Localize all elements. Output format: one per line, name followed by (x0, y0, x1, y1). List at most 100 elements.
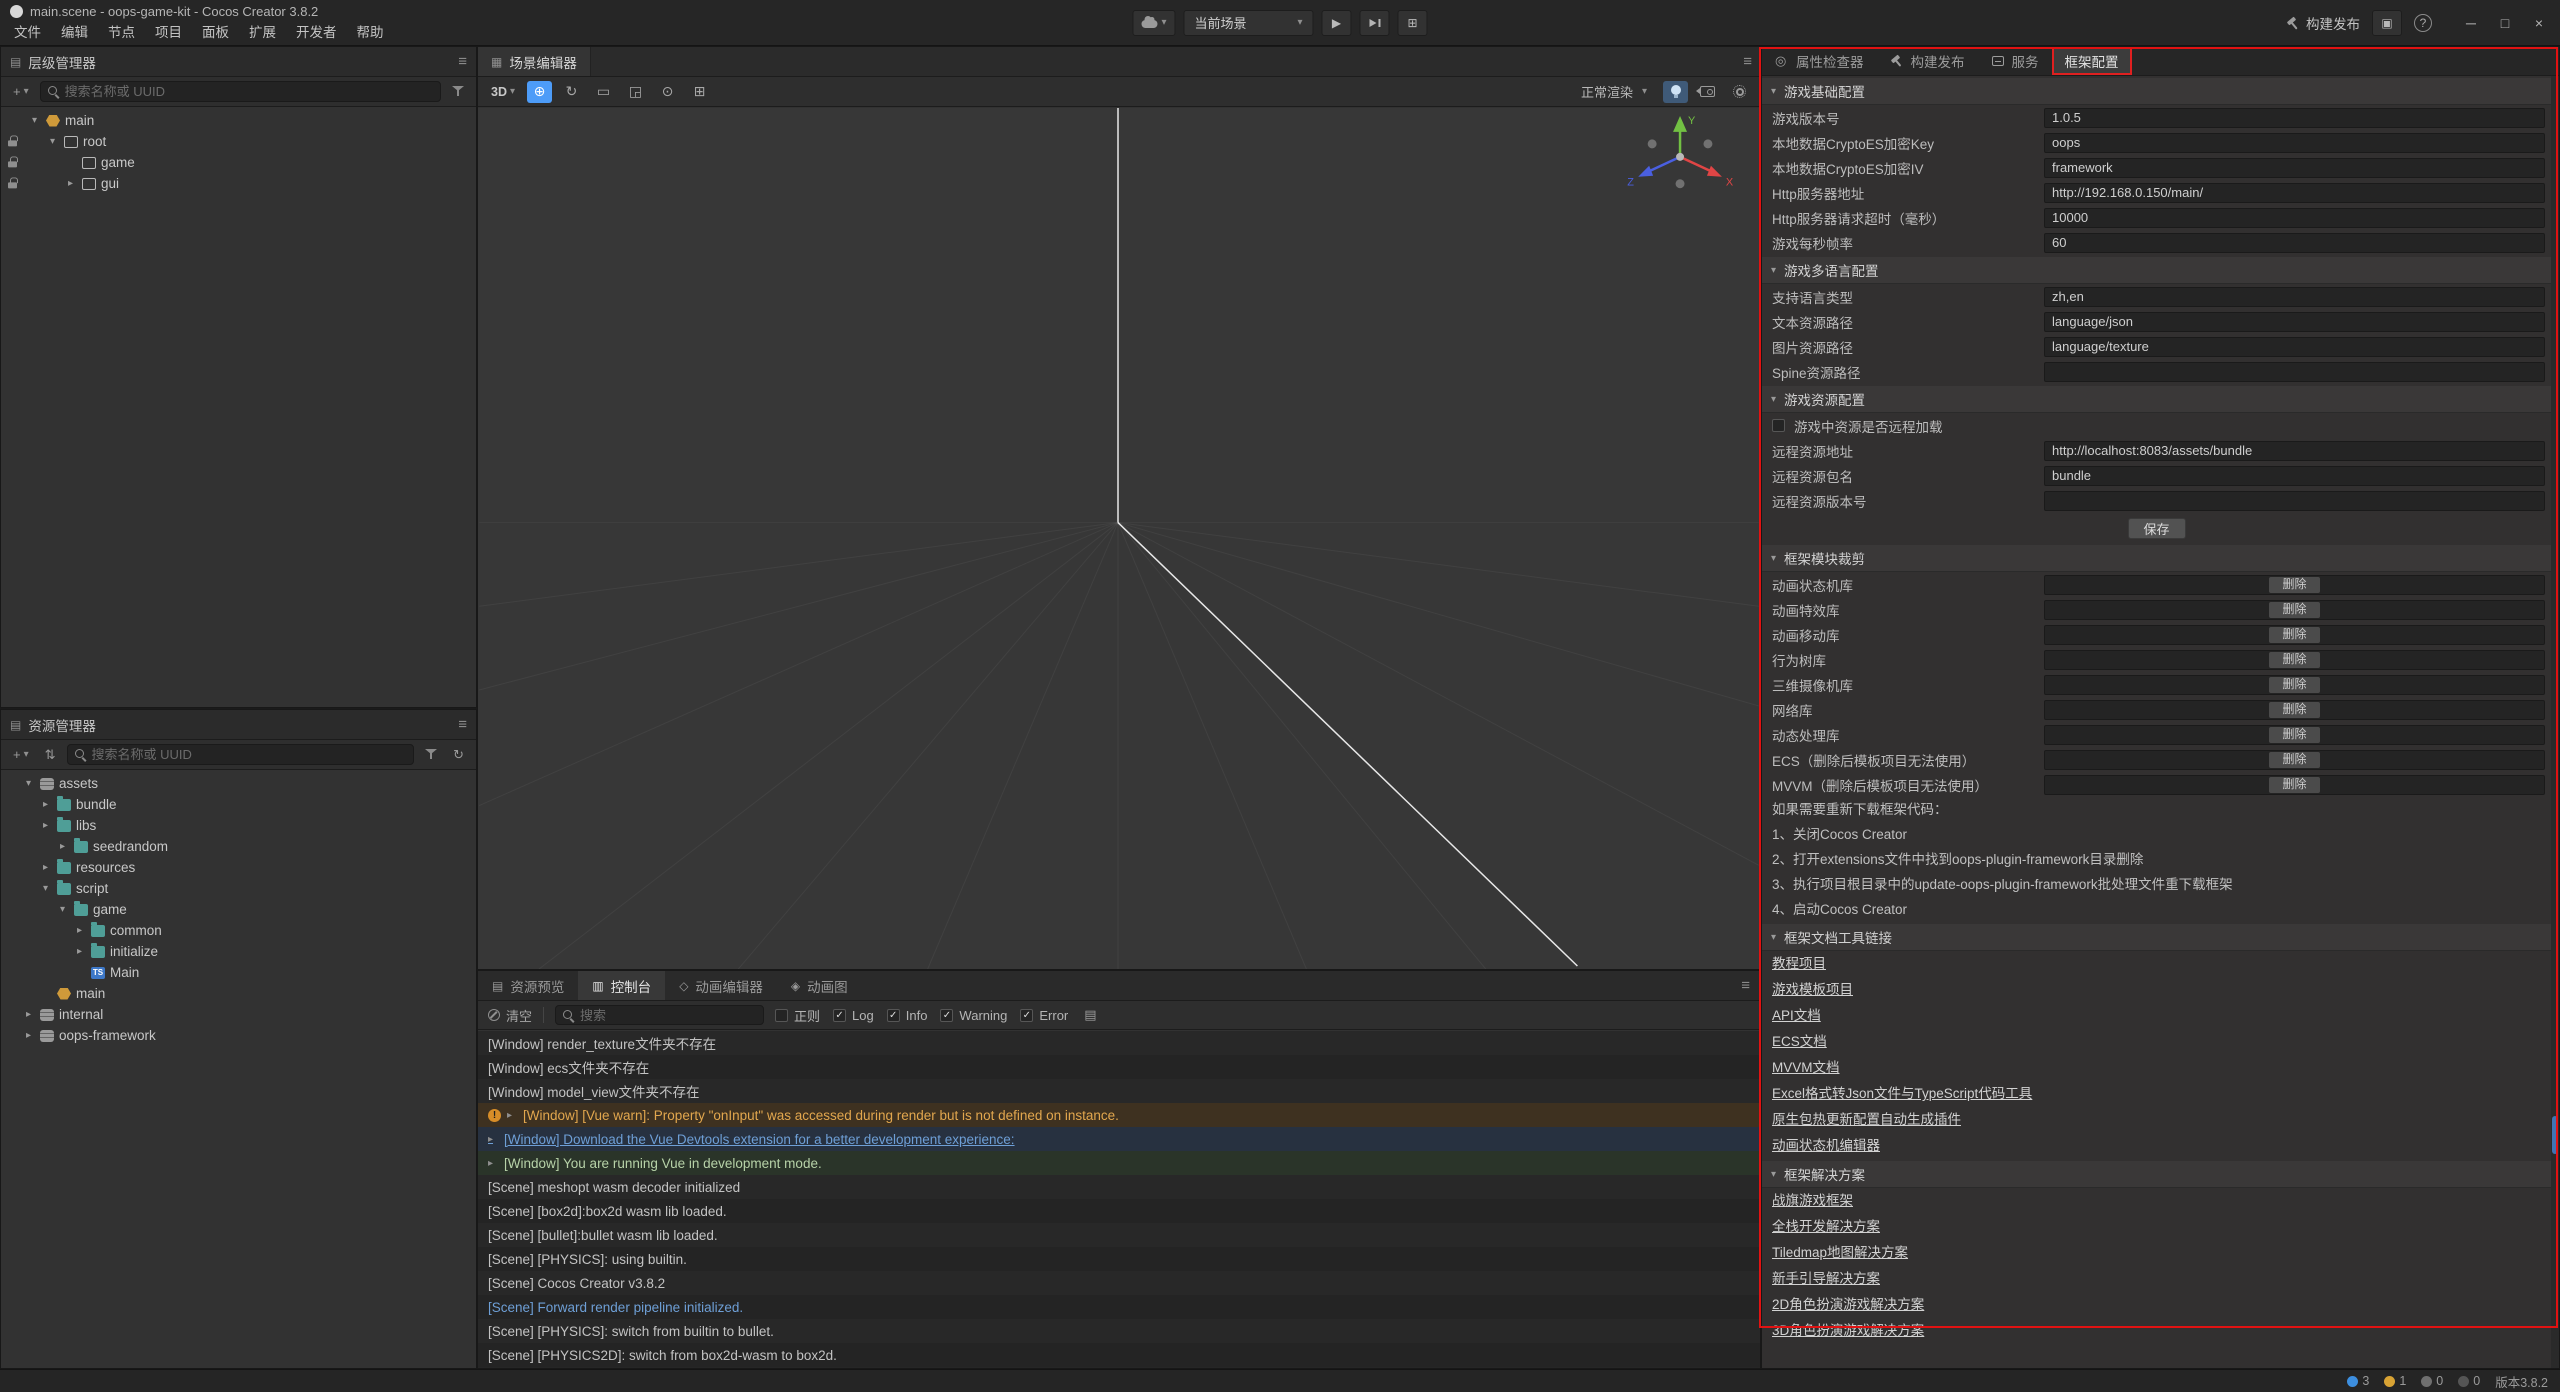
delete-module-button[interactable]: 删除 (2269, 602, 2319, 618)
scene-viewport[interactable]: Y X Z (478, 108, 1760, 969)
expand-arrow-icon[interactable]: ▸ (56, 841, 69, 852)
property-input[interactable] (2044, 362, 2545, 382)
rotate-tool-button[interactable]: ↻ (559, 81, 584, 103)
refresh-assets-button[interactable]: ↻ (448, 745, 469, 765)
framework-link[interactable]: MVVM文档 (1772, 1055, 1840, 1081)
panel-menu-icon[interactable]: ≡ (458, 53, 467, 70)
framework-link[interactable]: 新手引导解决方案 (1772, 1266, 1880, 1292)
console-log-row[interactable]: ! ▸ [Scene] [box2d]:box2d wasm lib loade… (478, 1199, 1760, 1223)
search-field[interactable] (92, 747, 407, 762)
hierarchy-node-row[interactable]: ▾ root (1, 131, 476, 152)
property-input[interactable] (2044, 208, 2545, 228)
asset-row[interactable]: ▸ seedrandom (1, 836, 476, 857)
inspector-tab[interactable]: 框架配置 (2052, 47, 2132, 75)
help-button[interactable]: ? (2414, 14, 2432, 32)
step-button[interactable] (1360, 10, 1390, 36)
expand-arrow-icon[interactable]: ▸ (73, 925, 86, 936)
log-count-badge[interactable]: 3 (2347, 1374, 2369, 1388)
menu-item[interactable]: 开发者 (286, 18, 347, 44)
hierarchy-node-row[interactable]: ▸ gui (1, 173, 476, 194)
console-log-row[interactable]: ! ▸ [Window] Download the Vue Devtools e… (478, 1127, 1760, 1151)
play-button[interactable]: ▶ (1322, 10, 1352, 36)
asset-row[interactable]: ▸ bundle (1, 794, 476, 815)
pivot-toggle-button[interactable]: ⊙ (655, 81, 680, 103)
tab-scene-editor[interactable]: ▦ 场景编辑器 (478, 47, 591, 76)
expand-arrow-icon[interactable]: ▸ (22, 1009, 35, 1020)
panel-menu-icon[interactable]: ≡ (1741, 977, 1750, 994)
framework-link[interactable]: 战旗游戏框架 (1772, 1188, 1853, 1214)
framework-link[interactable]: 动画状态机编辑器 (1772, 1133, 1880, 1159)
property-input[interactable] (2044, 337, 2545, 357)
console-log-row[interactable]: ! ▸ [Scene] [PHYSICS]: using builtin. (478, 1247, 1760, 1271)
console-tab[interactable]: 动画编辑器 (665, 971, 777, 1000)
delete-module-button[interactable]: 删除 (2269, 777, 2319, 793)
preview-platform-button[interactable]: ▾ (1132, 10, 1175, 36)
section-header[interactable]: ▾ 游戏资源配置 (1762, 386, 2551, 413)
panel-menu-icon[interactable]: ≡ (458, 716, 467, 733)
console-search-input[interactable] (555, 1005, 764, 1025)
scene-camera-button[interactable] (1695, 81, 1720, 103)
property-input[interactable] (2044, 233, 2545, 253)
asset-row[interactable]: ▾ game (1, 899, 476, 920)
menu-item[interactable]: 节点 (98, 18, 145, 44)
console-log-row[interactable]: ! ▸ [Scene] Forward render pipeline init… (478, 1295, 1760, 1319)
scene-settings-button[interactable] (1727, 81, 1752, 103)
menu-item[interactable]: 编辑 (51, 18, 98, 44)
expand-arrow-icon[interactable]: ▾ (28, 115, 41, 126)
move-tool-button[interactable]: ⊕ (527, 81, 552, 103)
panel-menu-icon[interactable]: ≡ (1743, 53, 1752, 70)
delete-module-button[interactable]: 删除 (2269, 577, 2319, 593)
inspector-tab[interactable]: 属性检查器 (1762, 47, 1877, 75)
console-log-row[interactable]: ! ▸ [Scene] [bullet]:bullet wasm lib loa… (478, 1223, 1760, 1247)
error-count-badge[interactable]: 0 (2421, 1374, 2443, 1388)
package-manager-button[interactable]: ▣ (2372, 10, 2402, 36)
property-input[interactable] (2044, 183, 2545, 203)
framework-link[interactable]: 教程项目 (1772, 951, 1826, 977)
property-input[interactable] (2044, 441, 2545, 461)
framework-link[interactable]: Tiledmap地图解决方案 (1772, 1240, 1908, 1266)
close-button[interactable]: × (2524, 10, 2554, 36)
section-header[interactable]: ▾ 游戏基础配置 (1762, 78, 2551, 105)
console-log-row[interactable]: ! ▸ [Window] You are running Vue in deve… (478, 1151, 1760, 1175)
console-log-row[interactable]: ! ▸ [Scene] meshopt wasm decoder initial… (478, 1175, 1760, 1199)
menu-item[interactable]: 项目 (145, 18, 192, 44)
clear-console-button[interactable]: 清空 (488, 1006, 532, 1025)
asset-row[interactable]: ▸ common (1, 920, 476, 941)
hierarchy-node-row[interactable]: ▾ main (1, 110, 476, 131)
search-field[interactable] (580, 1008, 756, 1023)
warn-count-badge[interactable]: 1 (2384, 1374, 2406, 1388)
asset-row[interactable]: ▸ oops-framework (1, 1025, 476, 1046)
console-log-row[interactable]: ! ▸ [Window] render_texture文件夹不存在 (478, 1031, 1760, 1055)
menu-item[interactable]: 文件 (4, 18, 51, 44)
expand-arrow-icon[interactable]: ▸ (39, 799, 52, 810)
maximize-button[interactable]: □ (2490, 10, 2520, 36)
expand-arrow-icon[interactable]: ▸ (73, 946, 86, 957)
inspector-scrollbar[interactable] (2551, 76, 2559, 1368)
asset-row[interactable]: ▸ internal (1, 1004, 476, 1025)
sort-assets-button[interactable]: ⇅ (40, 745, 61, 765)
property-input[interactable] (2044, 312, 2545, 332)
console-tab[interactable]: 控制台 (578, 971, 665, 1000)
framework-link[interactable]: 原生包热更新配置自动生成插件 (1772, 1107, 1961, 1133)
current-scene-select[interactable]: 当前场景▾ (1184, 10, 1314, 36)
menu-item[interactable]: 扩展 (239, 18, 286, 44)
delete-module-button[interactable]: 删除 (2269, 627, 2319, 643)
task-count-badge[interactable]: 0 (2458, 1374, 2480, 1388)
property-input[interactable] (2044, 287, 2545, 307)
console-log-row[interactable]: ! ▸ [Window] model_view文件夹不存在 (478, 1079, 1760, 1103)
search-field[interactable] (65, 84, 433, 99)
create-node-button[interactable]: +▾ (8, 82, 34, 102)
console-filter-checkbox[interactable]: Log (833, 1008, 874, 1023)
expand-arrow-icon[interactable]: ▾ (22, 778, 35, 789)
console-log-row[interactable]: ! ▸ [Scene] [PHYSICS2D]: switch from box… (478, 1343, 1760, 1367)
expand-arrow-icon[interactable]: ▾ (56, 904, 69, 915)
menu-item[interactable]: 帮助 (347, 18, 394, 44)
render-mode-select[interactable]: 正常渲染▾ (1572, 81, 1656, 103)
menu-item[interactable]: 面板 (192, 18, 239, 44)
console-tab[interactable]: 动画图 (777, 971, 862, 1000)
property-input[interactable] (2044, 133, 2545, 153)
assets-search-input[interactable] (67, 744, 415, 765)
delete-module-button[interactable]: 删除 (2269, 752, 2319, 768)
asset-row[interactable]: Main (1, 962, 476, 983)
console-log-row[interactable]: ! ▸ [Window] [Vue warn]: Property "onInp… (478, 1103, 1760, 1127)
